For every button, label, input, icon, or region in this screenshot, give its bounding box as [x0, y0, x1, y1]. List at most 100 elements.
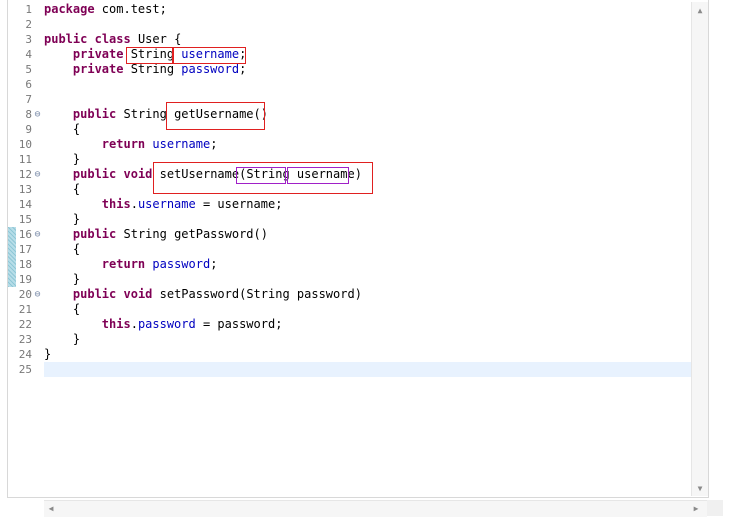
line-number: 21 — [18, 303, 32, 316]
code-line: } — [44, 332, 80, 347]
code-line: public void setPassword(String password) — [44, 287, 362, 302]
field-token: password — [137, 317, 196, 331]
horizontal-scrollbar[interactable]: ◀ ▶ — [44, 500, 707, 517]
keyword-token: private — [72, 62, 124, 76]
line-number: 2 — [25, 18, 32, 31]
code-token: String — [123, 62, 182, 76]
keyword-token: void — [123, 167, 153, 181]
code-token: { — [44, 242, 81, 256]
minus-circle-icon[interactable]: ⊖ — [33, 230, 42, 240]
code-line: return username; — [44, 137, 218, 152]
keyword-token: void — [123, 287, 153, 301]
code-line: } — [44, 152, 80, 167]
line-number: 13 — [18, 183, 32, 196]
scroll-down-arrow-icon[interactable]: ▼ — [692, 482, 708, 496]
line-number: 22 — [18, 318, 32, 331]
line-number: 25 — [18, 363, 32, 376]
code-token: { — [44, 182, 81, 196]
code-token: String — [123, 47, 182, 61]
line-number: 8 — [25, 108, 32, 121]
vertical-scrollbar[interactable]: ▲ ▼ — [691, 2, 708, 496]
line-number: 20 — [18, 288, 32, 301]
keyword-token: public — [72, 107, 117, 121]
scrollbar-corner — [707, 500, 723, 516]
code-line: public class User { — [44, 32, 181, 47]
code-token: ; — [239, 47, 247, 61]
line-number: 6 — [25, 78, 32, 91]
line-number: 7 — [25, 93, 32, 106]
code-editor[interactable]: 1 2 3 4 5 6 7 8 9 10 11 12 13 14 15 16 17 18 19 20 21 22 23 24 2… — [0, 0, 730, 522]
line-number: 14 — [18, 198, 32, 211]
code-token: { — [44, 302, 81, 316]
keyword-token: this — [101, 317, 131, 331]
code-token: = password; — [195, 317, 283, 331]
line-number: 3 — [25, 33, 32, 46]
code-token: . — [130, 317, 138, 331]
code-token: } — [44, 347, 52, 361]
code-line: private String username; — [44, 47, 246, 62]
keyword-token: package — [44, 2, 95, 16]
code-token: setPassword(String password) — [152, 287, 362, 301]
code-token: } — [44, 212, 81, 226]
code-line: public void setUsername(String username) — [44, 167, 362, 182]
code-token: } — [44, 332, 81, 346]
keyword-token: public — [72, 167, 117, 181]
code-token: = username; — [195, 197, 283, 211]
line-number: 24 — [18, 348, 32, 361]
field-token: username — [137, 197, 196, 211]
code-line: { — [44, 242, 80, 257]
code-token: ; — [210, 257, 218, 271]
code-token: String getUsername() — [116, 107, 268, 121]
code-token: com.test; — [94, 2, 167, 16]
line-number: 4 — [25, 48, 32, 61]
line-number: 10 — [18, 138, 32, 151]
field-token: password — [181, 62, 240, 76]
code-token: User { — [130, 32, 182, 46]
code-token: } — [44, 272, 81, 286]
line-number: 1 — [25, 3, 32, 16]
scroll-right-arrow-icon[interactable]: ▶ — [689, 501, 703, 517]
code-line: } — [44, 212, 80, 227]
keyword-token: private — [72, 47, 124, 61]
code-line: public String getPassword() — [44, 227, 268, 242]
code-token: setUsername(String username) — [152, 167, 362, 181]
minus-circle-icon[interactable]: ⊖ — [33, 170, 42, 180]
code-line: public String getUsername() — [44, 107, 268, 122]
code-line: return password; — [44, 257, 218, 272]
code-token: String getPassword() — [116, 227, 268, 241]
code-token: } — [44, 152, 81, 166]
scroll-left-arrow-icon[interactable]: ◀ — [44, 501, 58, 517]
line-number: 11 — [18, 153, 32, 166]
code-line: { — [44, 122, 80, 137]
keyword-token: class — [94, 32, 131, 46]
minus-circle-icon[interactable]: ⊖ — [33, 290, 42, 300]
code-line: this.username = username; — [44, 197, 283, 212]
code-line: { — [44, 302, 80, 317]
field-token: username — [152, 137, 211, 151]
keyword-token: return — [101, 137, 146, 151]
line-number: 15 — [18, 213, 32, 226]
code-line: private String password; — [44, 62, 246, 77]
keyword-token: public — [72, 287, 117, 301]
code-line: { — [44, 182, 80, 197]
keyword-token: public — [72, 227, 117, 241]
line-number: 23 — [18, 333, 32, 346]
scroll-up-arrow-icon[interactable]: ▲ — [692, 4, 708, 18]
code-line: this.password = password; — [44, 317, 283, 332]
field-token: password — [152, 257, 211, 271]
minus-circle-icon[interactable]: ⊖ — [33, 110, 42, 120]
code-token: ; — [239, 62, 247, 76]
code-area[interactable]: package com.test; public class User { pri… — [44, 2, 691, 496]
